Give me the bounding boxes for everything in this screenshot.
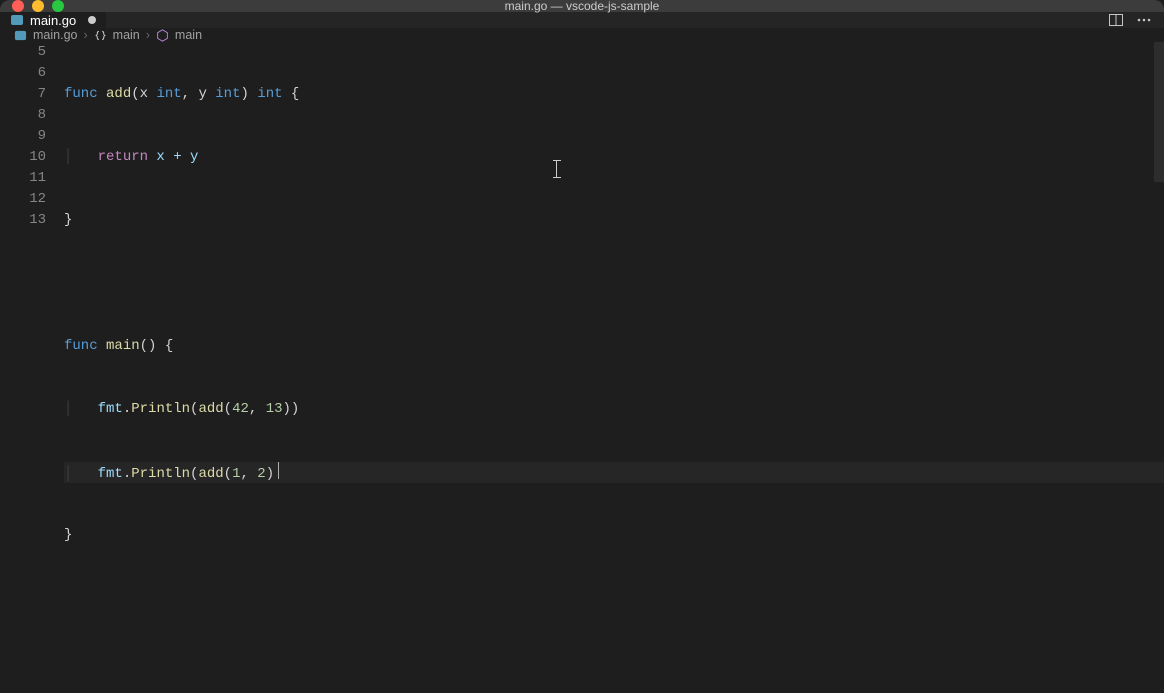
dirty-indicator-icon: [88, 16, 96, 24]
line-number: 9: [0, 126, 46, 147]
go-file-icon: [14, 29, 27, 42]
namespace-icon: [94, 29, 107, 42]
chevron-right-icon: ›: [146, 28, 150, 42]
split-editor-icon[interactable]: [1108, 12, 1124, 28]
tab-actions: [1108, 12, 1164, 28]
mouse-text-cursor-icon: [556, 160, 558, 178]
breadcrumb-file[interactable]: main.go: [33, 28, 77, 42]
line-number: 13: [0, 210, 46, 231]
close-window-button[interactable]: [12, 0, 24, 12]
line-number-gutter: 5 6 7 8 9 10 11 12 13: [0, 42, 64, 693]
editor-cursor: [278, 462, 279, 479]
code-content[interactable]: func add(x int, y int) int { │ return x …: [64, 42, 1164, 693]
window-title: main.go — vscode-js-sample: [505, 0, 660, 13]
minimap-slider[interactable]: [1154, 42, 1164, 182]
titlebar: main.go — vscode-js-sample: [0, 0, 1164, 12]
editor-tabbar: main.go: [0, 12, 1164, 28]
minimize-window-button[interactable]: [32, 0, 44, 12]
line-number: 12: [0, 189, 46, 210]
code-editor[interactable]: 5 6 7 8 9 10 11 12 13 func add(x int, y …: [0, 42, 1164, 693]
more-actions-icon[interactable]: [1136, 12, 1152, 28]
line-number: 11: [0, 168, 46, 189]
line-number: 7: [0, 84, 46, 105]
breadcrumb-symbol[interactable]: main: [175, 28, 202, 42]
chevron-right-icon: ›: [83, 28, 87, 42]
tab-label: main.go: [30, 13, 76, 28]
function-icon: [156, 29, 169, 42]
line-number: 10: [0, 147, 46, 168]
line-number: 5: [0, 42, 46, 63]
tab-main-go[interactable]: main.go: [0, 12, 107, 28]
breadcrumb[interactable]: main.go › main › main: [0, 28, 1164, 42]
line-number: 8: [0, 105, 46, 126]
traffic-lights: [0, 0, 64, 12]
go-file-icon: [10, 13, 24, 27]
line-number: 6: [0, 63, 46, 84]
zoom-window-button[interactable]: [52, 0, 64, 12]
breadcrumb-namespace[interactable]: main: [113, 28, 140, 42]
